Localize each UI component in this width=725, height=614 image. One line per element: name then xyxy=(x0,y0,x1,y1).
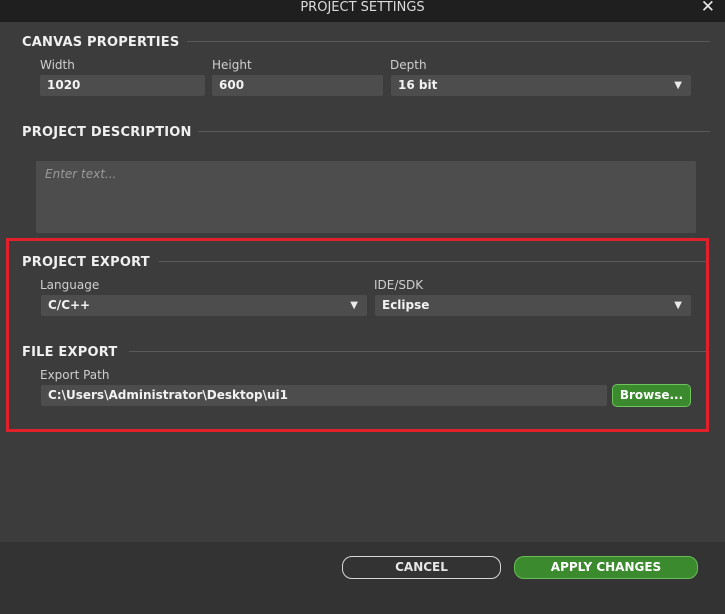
language-select[interactable]: C/C++ ▼ xyxy=(41,295,367,316)
width-field[interactable]: 1020 xyxy=(40,75,205,96)
ide-label: IDE/SDK xyxy=(374,278,424,292)
depth-value: 16 bit xyxy=(398,78,438,92)
height-label: Height xyxy=(212,58,252,72)
section-divider xyxy=(159,261,706,262)
file-export-heading: FILE EXPORT xyxy=(22,345,118,360)
export-path-field[interactable]: C:\Users\Administrator\Desktop\ui1 xyxy=(41,385,607,406)
export-path-label: Export Path xyxy=(40,368,110,382)
browse-button[interactable]: Browse... xyxy=(612,384,691,407)
ide-select[interactable]: Eclipse ▼ xyxy=(375,295,691,316)
chevron-down-icon: ▼ xyxy=(350,300,358,311)
width-label: Width xyxy=(40,58,75,72)
chevron-down-icon: ▼ xyxy=(674,300,682,311)
depth-label: Depth xyxy=(390,58,427,72)
cancel-button[interactable]: CANCEL xyxy=(342,556,501,579)
description-textarea[interactable]: Enter text... xyxy=(36,161,696,233)
project-description-heading: PROJECT DESCRIPTION xyxy=(22,125,192,140)
height-field[interactable]: 600 xyxy=(212,75,383,96)
language-label: Language xyxy=(40,278,100,292)
language-value: C/C++ xyxy=(48,298,91,312)
chevron-down-icon: ▼ xyxy=(674,80,682,91)
close-icon[interactable]: ✕ xyxy=(701,0,715,16)
section-divider xyxy=(129,351,706,352)
dialog-title: PROJECT SETTINGS xyxy=(300,0,425,15)
canvas-properties-heading: CANVAS PROPERTIES xyxy=(22,35,180,50)
depth-select[interactable]: 16 bit ▼ xyxy=(391,75,691,96)
project-export-heading: PROJECT EXPORT xyxy=(22,255,150,270)
dialog-titlebar: PROJECT SETTINGS ✕ xyxy=(0,0,725,22)
ide-value: Eclipse xyxy=(382,298,430,312)
section-divider xyxy=(187,41,710,42)
section-divider xyxy=(198,131,710,132)
apply-changes-button[interactable]: APPLY CHANGES xyxy=(514,556,698,579)
